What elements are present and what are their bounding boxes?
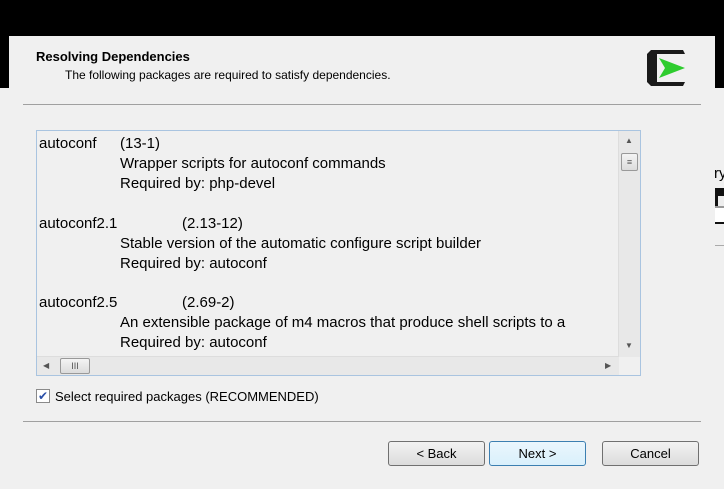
horizontal-scrollbar[interactable]: ◀ III ▶	[37, 356, 619, 375]
horizontal-scroll-thumb[interactable]: III	[60, 358, 90, 374]
scroll-up-icon[interactable]: ▲	[625, 136, 633, 145]
cygwin-logo-icon	[647, 50, 685, 86]
package-list[interactable]: autoconf (13-1) Wrapper scripts for auto…	[36, 130, 641, 376]
cancel-button[interactable]: Cancel	[602, 441, 699, 466]
package-version: (2.69-2)	[182, 294, 235, 311]
vertical-scroll-thumb[interactable]: ≡	[621, 153, 638, 171]
next-button[interactable]: Next >	[489, 441, 586, 466]
package-description: Wrapper scripts for autoconf commands	[120, 155, 386, 172]
header-divider	[23, 104, 701, 105]
back-button[interactable]: < Back	[388, 441, 485, 466]
scroll-right-icon[interactable]: ▶	[605, 361, 611, 370]
package-required-by: Required by: autoconf	[120, 255, 267, 272]
vertical-scrollbar[interactable]: ▲ ≡ ▼	[618, 131, 640, 358]
background-panel	[714, 206, 724, 222]
background-text: ry	[714, 165, 724, 182]
package-version: (2.13-12)	[182, 215, 243, 232]
package-required-by: Required by: php-devel	[120, 175, 276, 192]
select-required-label[interactable]: Select required packages (RECOMMENDED)	[55, 389, 319, 404]
checkmark-icon: ✔	[37, 389, 49, 403]
setup-dialog: Resolving Dependencies The following pac…	[9, 36, 715, 476]
package-name: autoconf2.5	[39, 294, 118, 311]
scrollbar-corner	[619, 357, 640, 375]
package-required-by: Required by: autoconf	[120, 334, 267, 351]
package-description: Stable version of the automatic configur…	[120, 235, 482, 252]
package-version: (13-1)	[120, 135, 161, 152]
package-name: autoconf	[39, 135, 97, 152]
page-title: Resolving Dependencies	[36, 49, 190, 64]
background-divider	[714, 245, 724, 246]
page-subtitle: The following packages are required to s…	[65, 68, 391, 82]
select-required-checkbox[interactable]: ✔	[36, 389, 50, 403]
package-name: autoconf2.1	[39, 215, 118, 232]
footer-divider	[23, 421, 701, 422]
scroll-down-icon[interactable]: ▼	[625, 341, 633, 350]
scroll-left-icon[interactable]: ◀	[43, 361, 49, 370]
package-description: An extensible package of m4 macros that …	[120, 314, 566, 331]
